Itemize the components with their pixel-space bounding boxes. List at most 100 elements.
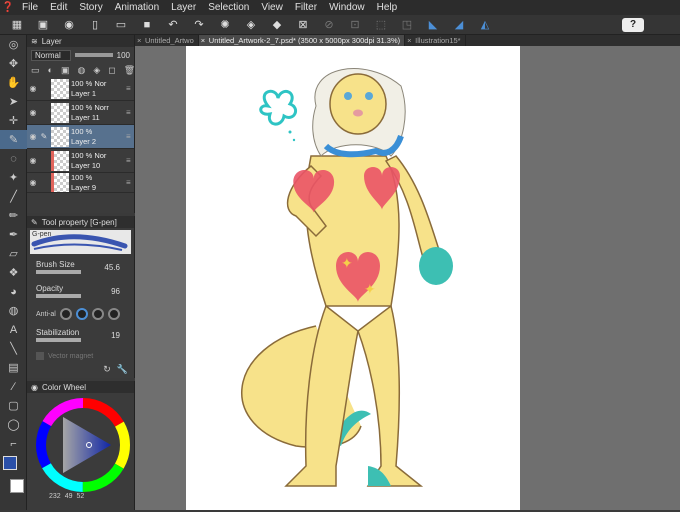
snap-grid-icon[interactable]: ◭ bbox=[476, 17, 494, 33]
app-icon[interactable]: ❓ bbox=[0, 2, 16, 13]
auto-select-icon[interactable]: ✦ bbox=[0, 168, 27, 187]
tab-untitled-artwork[interactable]: × Untitled_Artwo bbox=[135, 35, 199, 46]
visibility-eye-icon[interactable]: ◉ bbox=[27, 132, 39, 141]
pencil-tool-icon[interactable]: ✏ bbox=[0, 206, 27, 225]
eraser-tool-icon[interactable]: ▱ bbox=[0, 244, 27, 263]
brush-tool-icon[interactable]: ✒ bbox=[0, 225, 27, 244]
undo-icon[interactable]: ↶ bbox=[164, 17, 182, 33]
mask-layer-icon[interactable]: ◻ bbox=[108, 65, 115, 76]
snap-ruler-icon[interactable]: ◣ bbox=[424, 17, 442, 33]
help-icon[interactable]: ? bbox=[622, 17, 644, 32]
deselect-icon[interactable]: ⊘ bbox=[320, 17, 338, 33]
new-folder-icon[interactable]: ▣ bbox=[61, 65, 70, 76]
antialias-strong-option[interactable] bbox=[107, 308, 120, 320]
eyedropper-icon[interactable]: ╱ bbox=[0, 187, 27, 206]
layer-menu-icon[interactable]: ≡ bbox=[126, 156, 134, 165]
brush-preview[interactable]: G-pen bbox=[30, 230, 131, 254]
hand-tool-icon[interactable]: ✋ bbox=[0, 73, 27, 92]
close-tab-icon[interactable]: × bbox=[137, 35, 141, 46]
fill-icon[interactable]: ◆ bbox=[268, 17, 286, 33]
new-file-icon[interactable]: ▯ bbox=[86, 17, 104, 33]
transform-icon[interactable]: ◈ bbox=[242, 17, 260, 33]
delete-layer-icon[interactable]: 🗑 bbox=[124, 65, 135, 76]
snap-special-icon[interactable]: ◢ bbox=[450, 17, 468, 33]
text-tool-icon[interactable]: A bbox=[0, 320, 27, 339]
move-layer-icon[interactable]: ✛ bbox=[0, 111, 27, 130]
clear-icon[interactable]: ⊠ bbox=[294, 17, 312, 33]
grid-icon[interactable]: ▦ bbox=[8, 17, 26, 33]
tab-illustration15[interactable]: × Illustration15* bbox=[405, 35, 466, 46]
menu-window[interactable]: Window bbox=[323, 2, 371, 13]
pen-tool-icon[interactable]: ✎ bbox=[0, 130, 27, 149]
brush-size-slider[interactable] bbox=[36, 270, 81, 274]
layer-row[interactable]: ◉ 100 % Layer 9 ≡ bbox=[27, 173, 134, 193]
menu-help[interactable]: Help bbox=[371, 2, 404, 13]
lock-layer-icon[interactable]: ◈ bbox=[93, 65, 100, 76]
redo-icon[interactable]: ↷ bbox=[190, 17, 208, 33]
opacity-slider[interactable] bbox=[36, 294, 81, 298]
blend-mode-select[interactable]: Normal bbox=[31, 49, 71, 61]
antialias-weak-option[interactable] bbox=[75, 308, 88, 320]
main-color-swatch[interactable] bbox=[3, 456, 17, 470]
layer-menu-icon[interactable]: ≡ bbox=[126, 132, 134, 141]
visibility-eye-icon[interactable]: ◉ bbox=[27, 178, 39, 187]
correct-line-icon[interactable]: ⌐ bbox=[0, 434, 27, 453]
move-tool-icon[interactable]: ✥ bbox=[0, 54, 27, 73]
open-folder-icon[interactable]: ▭ bbox=[112, 17, 130, 33]
layer-row[interactable]: ◉ 100 % Norr Layer 11 ≡ bbox=[27, 101, 134, 125]
menu-story[interactable]: Story bbox=[73, 2, 108, 13]
balloon-tool-icon[interactable]: ◯ bbox=[0, 415, 27, 434]
line-tool-icon[interactable]: ∕ bbox=[0, 377, 27, 396]
operation-tool-icon[interactable]: ➤ bbox=[0, 92, 27, 111]
layer-menu-icon[interactable]: ≡ bbox=[126, 178, 134, 187]
invert-icon[interactable]: ◳ bbox=[398, 17, 416, 33]
layer-menu-icon[interactable]: ≡ bbox=[126, 84, 134, 93]
layer-row[interactable]: ◉ 100 % Nor Layer 1 ≡ bbox=[27, 77, 134, 101]
tab-current-document[interactable]: × Untitled_Artwork-2_7.psd* (3500 x 5000p… bbox=[198, 35, 406, 46]
visibility-eye-icon[interactable]: ◉ bbox=[27, 108, 39, 117]
vector-magnet-checkbox[interactable] bbox=[36, 352, 44, 360]
figure-tool-icon[interactable]: ▢ bbox=[0, 396, 27, 415]
save-icon[interactable]: ■ bbox=[138, 17, 156, 33]
display-icon[interactable]: ▣ bbox=[34, 17, 52, 33]
close-tab-icon[interactable]: × bbox=[407, 35, 411, 46]
ref-layer-icon[interactable]: ◍ bbox=[77, 65, 85, 76]
visibility-eye-icon[interactable]: ◉ bbox=[27, 156, 39, 165]
selection-icon[interactable]: ⬚ bbox=[372, 17, 390, 33]
layer-row[interactable]: ◉ 100 % Nor Layer 10 ≡ bbox=[27, 149, 134, 173]
antialias-medium-option[interactable] bbox=[91, 308, 104, 320]
menu-edit[interactable]: Edit bbox=[44, 2, 73, 13]
layer-opacity-slider[interactable] bbox=[75, 53, 113, 57]
blend-tool-icon[interactable]: ◕ bbox=[0, 282, 27, 301]
new-raster-layer-icon[interactable]: ▭ bbox=[31, 65, 40, 76]
spinner-icon[interactable]: ✺ bbox=[216, 17, 234, 33]
visibility-eye-icon[interactable]: ◉ bbox=[27, 84, 39, 93]
menu-animation[interactable]: Animation bbox=[109, 2, 165, 13]
layer-menu-icon[interactable]: ≡ bbox=[126, 108, 134, 117]
fill-tool-icon[interactable]: ◍ bbox=[0, 301, 27, 320]
new-vector-layer-icon[interactable]: ◐ bbox=[48, 65, 53, 75]
menu-file[interactable]: File bbox=[16, 2, 44, 13]
layer-row-selected[interactable]: ◉ ✎ 100 % Layer 2 ≡ bbox=[27, 125, 134, 149]
color-wheel[interactable] bbox=[27, 393, 135, 497]
brush-size-value: 45.6 bbox=[104, 263, 120, 272]
reset-icon[interactable]: ↻ bbox=[103, 364, 111, 375]
settings-wrench-icon[interactable]: 🔧 bbox=[117, 364, 128, 375]
stabilization-slider[interactable] bbox=[36, 338, 81, 342]
menu-view[interactable]: View bbox=[255, 2, 289, 13]
sub-color-swatch[interactable] bbox=[10, 479, 24, 493]
layer-panel: ≋ Layer Normal 100 ▭ ◐ ▣ ◍ ◈ ◻ 🗑 ◉ 100 %… bbox=[27, 35, 135, 213]
gradient-tool-icon[interactable]: ▤ bbox=[0, 358, 27, 377]
menu-filter[interactable]: Filter bbox=[289, 2, 323, 13]
ruler-tool-icon[interactable]: ╲ bbox=[0, 339, 27, 358]
menu-layer[interactable]: Layer bbox=[165, 2, 202, 13]
antialias-none-option[interactable] bbox=[59, 308, 72, 320]
canvas-paper[interactable]: ✦ ✦ bbox=[186, 46, 520, 510]
crop-icon[interactable]: ⊡ bbox=[346, 17, 364, 33]
eye-toggle-icon[interactable]: ◉ bbox=[60, 17, 78, 33]
close-tab-icon[interactable]: × bbox=[201, 35, 205, 46]
menu-selection[interactable]: Selection bbox=[202, 2, 255, 13]
zoom-tool-icon[interactable]: ◎ bbox=[0, 35, 27, 54]
airbrush-icon[interactable]: ❖ bbox=[0, 263, 27, 282]
lasso-tool-icon[interactable]: ◌ bbox=[0, 149, 27, 168]
